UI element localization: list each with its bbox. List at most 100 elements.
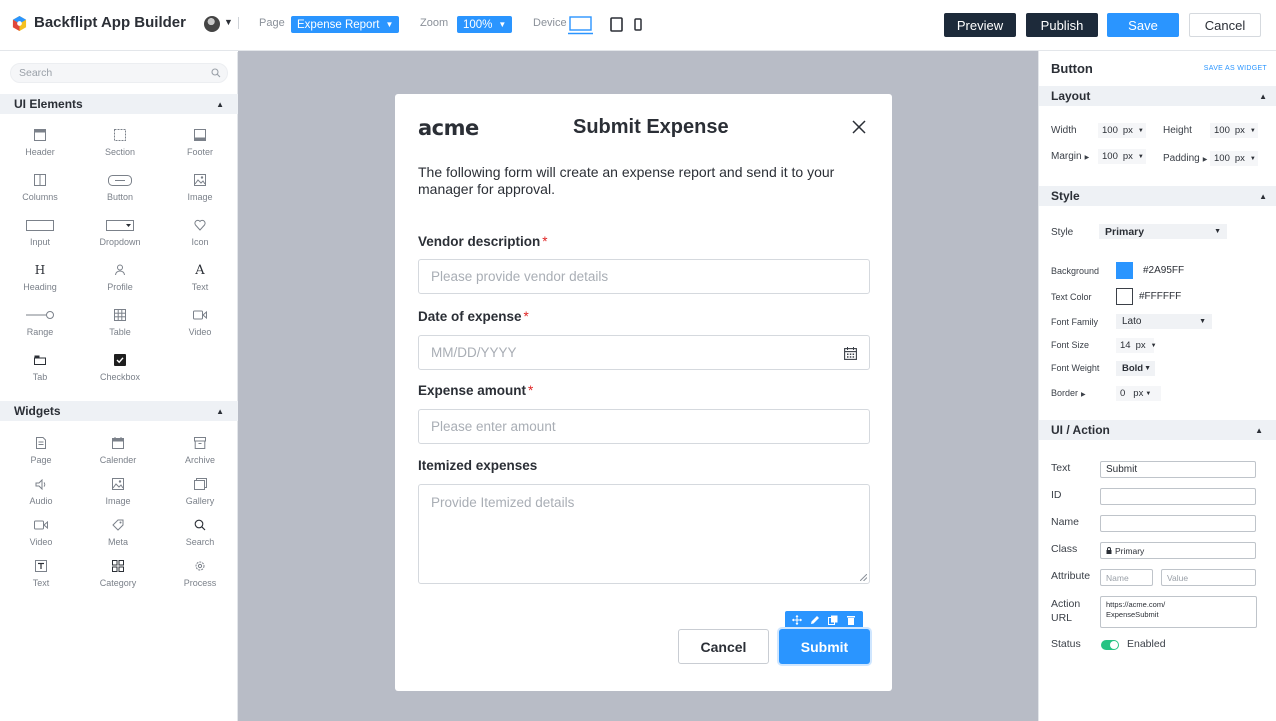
search-input[interactable]: Search bbox=[10, 63, 228, 83]
widget-gallery[interactable]: Gallery bbox=[165, 476, 235, 506]
ui-element-input[interactable]: Input bbox=[5, 217, 75, 247]
widget-video[interactable]: Video bbox=[6, 517, 76, 547]
ui-element-button[interactable]: Button bbox=[85, 172, 155, 202]
widget-process[interactable]: Process bbox=[165, 558, 235, 588]
user-avatar[interactable] bbox=[204, 16, 220, 32]
margin-input[interactable]: 100 px ▼ bbox=[1098, 149, 1146, 164]
background-color-value[interactable]: #2A95FF bbox=[1143, 265, 1184, 276]
ui-element-table[interactable]: Table bbox=[85, 307, 155, 337]
ui-element-header[interactable]: Header bbox=[5, 127, 75, 157]
form-submit-button[interactable]: Submit bbox=[779, 629, 870, 664]
resize-handle-icon[interactable] bbox=[860, 574, 867, 581]
mobile-device-icon[interactable] bbox=[634, 18, 642, 31]
padding-input[interactable]: 100 px ▼ bbox=[1210, 151, 1258, 166]
tablet-device-icon[interactable] bbox=[610, 17, 623, 32]
widget-image[interactable]: Image bbox=[83, 476, 153, 506]
attribute-name-input[interactable]: Name bbox=[1100, 569, 1153, 586]
delete-trash-icon[interactable] bbox=[846, 615, 856, 625]
save-button[interactable]: Save bbox=[1107, 13, 1179, 37]
ui-element-profile[interactable]: Profile bbox=[85, 262, 155, 292]
preview-button[interactable]: Preview bbox=[944, 13, 1016, 37]
ui-element-range[interactable]: Range bbox=[5, 307, 75, 337]
publish-button[interactable]: Publish bbox=[1026, 13, 1098, 37]
widget-text[interactable]: Text bbox=[6, 558, 76, 588]
ui-element-label: Tab bbox=[32, 372, 48, 382]
margin-label[interactable]: Margin ▶ bbox=[1051, 151, 1089, 162]
text-color-value[interactable]: #FFFFFF bbox=[1139, 291, 1181, 302]
name-input[interactable] bbox=[1100, 515, 1256, 532]
font-family-dropdown[interactable]: Lato ▼ bbox=[1116, 314, 1212, 329]
vendor-description-input[interactable]: Please provide vendor details bbox=[418, 259, 870, 294]
widget-audio[interactable]: Audio bbox=[6, 476, 76, 506]
edit-pencil-icon[interactable] bbox=[810, 615, 820, 625]
widget-archive[interactable]: Archive bbox=[165, 435, 235, 465]
close-icon[interactable] bbox=[851, 119, 867, 135]
device-label: Device bbox=[533, 17, 567, 29]
width-input[interactable]: 100 px ▼ bbox=[1098, 123, 1146, 138]
calendar-icon[interactable] bbox=[844, 347, 857, 360]
desktop-device-icon[interactable] bbox=[568, 15, 594, 35]
ui-element-section[interactable]: Section bbox=[85, 127, 155, 157]
font-weight-dropdown[interactable]: Bold ▼ bbox=[1116, 361, 1155, 376]
itemized-expenses-textarea[interactable]: Provide Itemized details bbox=[418, 484, 870, 584]
padding-unit: px bbox=[1234, 153, 1245, 164]
date-of-expense-input[interactable]: MM/DD/YYYY bbox=[418, 335, 870, 370]
height-input[interactable]: 100 px ▼ bbox=[1210, 123, 1258, 138]
save-as-widget-link[interactable]: SAVE AS WIDGET bbox=[1204, 65, 1267, 72]
ui-action-section-header[interactable]: UI / Action ▲ bbox=[1039, 420, 1276, 440]
chevron-down-icon: ▼ bbox=[1249, 155, 1256, 162]
collapse-icon[interactable]: ▲ bbox=[216, 100, 224, 109]
calendar-icon bbox=[112, 437, 124, 449]
status-toggle[interactable] bbox=[1101, 640, 1119, 650]
action-url-input[interactable]: https://acme.com/ ExpenseSubmit bbox=[1100, 596, 1257, 628]
text-color-swatch[interactable] bbox=[1116, 288, 1133, 305]
widget-calender[interactable]: Calender bbox=[83, 435, 153, 465]
profile-icon bbox=[115, 264, 125, 276]
widgets-section-header[interactable]: Widgets ▲ bbox=[0, 401, 238, 421]
design-canvas[interactable]: acme Submit Expense The following form w… bbox=[238, 51, 1038, 721]
ui-element-video[interactable]: Video bbox=[165, 307, 235, 337]
move-icon[interactable] bbox=[792, 614, 802, 625]
ui-element-checkbox[interactable]: Checkbox bbox=[85, 352, 155, 382]
ui-element-columns[interactable]: Columns bbox=[5, 172, 75, 202]
collapse-icon[interactable]: ▲ bbox=[1259, 192, 1267, 201]
avatar-chevron-down-icon[interactable]: ▼ bbox=[224, 17, 233, 27]
widget-label: Category bbox=[99, 578, 137, 588]
border-label[interactable]: Border ▶ bbox=[1051, 388, 1086, 398]
collapse-icon[interactable]: ▲ bbox=[216, 407, 224, 416]
duplicate-icon[interactable] bbox=[828, 615, 838, 625]
ui-elements-section-header[interactable]: UI Elements ▲ bbox=[0, 94, 238, 114]
ui-element-tab[interactable]: Tab bbox=[5, 352, 75, 382]
zoom-select[interactable]: 100% ▼ bbox=[457, 16, 513, 33]
ui-element-heading[interactable]: H Heading bbox=[5, 262, 75, 292]
background-color-swatch[interactable] bbox=[1116, 262, 1133, 279]
ui-element-icon[interactable]: Icon bbox=[165, 217, 235, 247]
text-field-input[interactable]: Submit bbox=[1100, 461, 1256, 478]
ui-element-text[interactable]: A Text bbox=[165, 262, 235, 293]
id-input[interactable] bbox=[1100, 488, 1256, 505]
widget-category[interactable]: Category bbox=[83, 558, 153, 588]
padding-label[interactable]: Padding ▶ bbox=[1163, 153, 1207, 164]
collapse-icon[interactable]: ▲ bbox=[1255, 426, 1263, 435]
page-select[interactable]: Expense Report ▼ bbox=[291, 16, 400, 33]
page-select-value: Expense Report bbox=[297, 18, 380, 31]
cancel-button[interactable]: Cancel bbox=[1189, 13, 1261, 37]
process-gear-icon bbox=[195, 561, 205, 571]
border-input[interactable]: 0 px ▼ bbox=[1116, 386, 1161, 401]
collapse-icon[interactable]: ▲ bbox=[1259, 92, 1267, 101]
ui-element-image[interactable]: Image bbox=[165, 172, 235, 202]
font-size-input[interactable]: 14 px ▼ bbox=[1116, 338, 1157, 353]
class-input[interactable]: Primary bbox=[1100, 542, 1256, 559]
ui-element-dropdown[interactable]: Dropdown bbox=[85, 217, 155, 247]
attribute-value-input[interactable]: Value bbox=[1161, 569, 1256, 586]
widget-page[interactable]: Page bbox=[6, 435, 76, 465]
width-value: 100 bbox=[1102, 125, 1118, 136]
form-cancel-button[interactable]: Cancel bbox=[678, 629, 769, 664]
style-dropdown[interactable]: Primary ▼ bbox=[1099, 224, 1227, 239]
widget-search[interactable]: Search bbox=[165, 517, 235, 547]
expense-amount-input[interactable]: Please enter amount bbox=[418, 409, 870, 444]
layout-section-header[interactable]: Layout ▲ bbox=[1039, 86, 1276, 106]
ui-element-footer[interactable]: Footer bbox=[165, 127, 235, 157]
style-section-header[interactable]: Style ▲ bbox=[1039, 186, 1276, 206]
widget-meta[interactable]: Meta bbox=[83, 517, 153, 547]
